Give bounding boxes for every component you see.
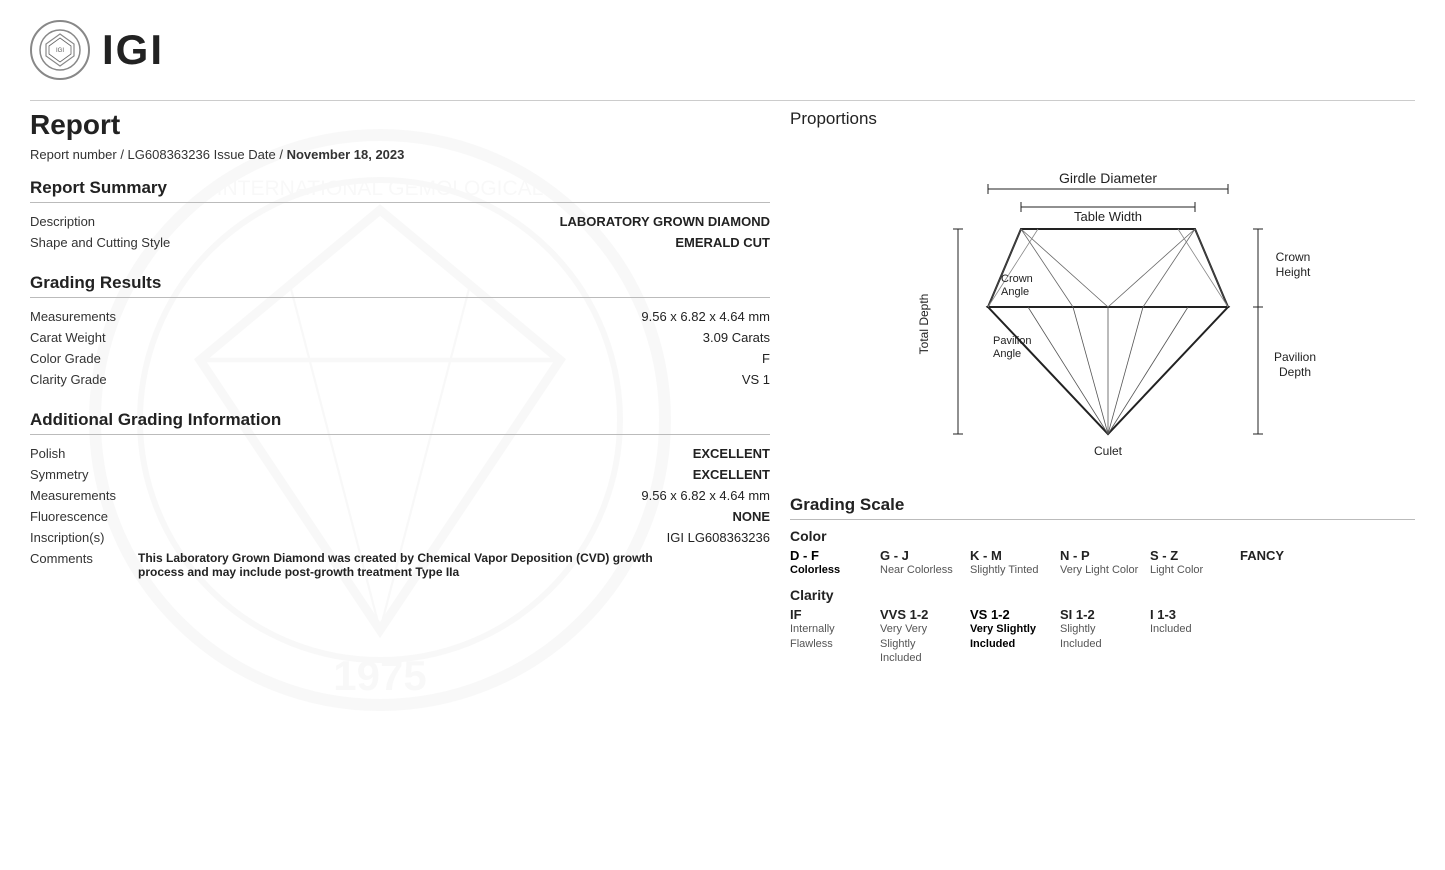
clarity-scale-desc: Very Slightly Included	[970, 622, 1036, 651]
diamond-diagram: Girdle Diameter Table Width Crown Height	[873, 139, 1333, 479]
polish-value: EXCELLENT	[693, 446, 770, 461]
shape-row: Shape and Cutting Style EMERALD CUT	[30, 232, 770, 253]
comments-label: Comments	[30, 551, 130, 566]
proportions-title: Proportions	[790, 109, 1415, 129]
report-summary-title: Report Summary	[30, 178, 770, 198]
symmetry-label: Symmetry	[30, 467, 190, 482]
clarity-scale-desc: Included	[1150, 622, 1192, 636]
fluorescence-row: Fluorescence NONE	[30, 506, 770, 527]
scale-desc: Colorless	[790, 563, 840, 577]
description-label: Description	[30, 214, 190, 229]
grading-results-title: Grading Results	[30, 273, 770, 293]
fluorescence-label: Fluorescence	[30, 509, 190, 524]
symmetry-row: Symmetry EXCELLENT	[30, 464, 770, 485]
svg-text:Total Depth: Total Depth	[917, 294, 931, 355]
svg-text:Crown: Crown	[1275, 250, 1310, 264]
report-title: Report	[30, 109, 770, 141]
svg-text:Height: Height	[1275, 265, 1310, 279]
clarity-scale-item: I 1-3Included	[1150, 607, 1240, 665]
color-scale-item: N - PVery Light Color	[1060, 548, 1150, 577]
scale-desc: Light Color	[1150, 563, 1203, 577]
color-scale-item: FANCY	[1240, 548, 1330, 577]
polish-row: Polish EXCELLENT	[30, 443, 770, 464]
svg-text:Table Width: Table Width	[1074, 209, 1142, 224]
svg-text:Girdle Diameter: Girdle Diameter	[1058, 170, 1156, 186]
shape-value: EMERALD CUT	[675, 235, 770, 250]
scale-desc: Near Colorless	[880, 563, 953, 577]
report-number-value: LG608363236	[128, 147, 210, 162]
svg-text:Pavilion: Pavilion	[993, 335, 1032, 347]
inscriptions-value: IGI LG608363236	[667, 530, 770, 545]
scale-grade: N - P	[1060, 548, 1090, 563]
carat-row: Carat Weight 3.09 Carats	[30, 327, 770, 348]
clarity-scale-grade: VS 1-2	[970, 607, 1010, 622]
additional-info-title: Additional Grading Information	[30, 410, 770, 430]
scale-grade: G - J	[880, 548, 909, 563]
svg-text:Angle: Angle	[993, 348, 1021, 360]
clarity-grade-value: VS 1	[742, 372, 770, 387]
add-measurements-row: Measurements 9.56 x 6.82 x 4.64 mm	[30, 485, 770, 506]
clarity-scale-item: VVS 1-2Very Very Slightly Included	[880, 607, 970, 665]
clarity-grade-row: Clarity Grade VS 1	[30, 369, 770, 390]
carat-label: Carat Weight	[30, 330, 190, 345]
comments-row: Comments This Laboratory Grown Diamond w…	[30, 548, 770, 582]
measurements-value: 9.56 x 6.82 x 4.64 mm	[641, 309, 770, 324]
clarity-scale-grade: I 1-3	[1150, 607, 1176, 622]
color-scale-item: S - ZLight Color	[1150, 548, 1240, 577]
clarity-scale-row: IFInternally FlawlessVVS 1-2Very Very Sl…	[790, 607, 1415, 665]
clarity-scale-item: VS 1-2Very Slightly Included	[970, 607, 1060, 665]
clarity-scale-grade: SI 1-2	[1060, 607, 1095, 622]
scale-grade: S - Z	[1150, 548, 1178, 563]
svg-text:Culet: Culet	[1093, 444, 1122, 458]
scale-grade: FANCY	[1240, 548, 1284, 563]
clarity-scale-desc: Very Very Slightly Included	[880, 622, 927, 665]
svg-text:Depth: Depth	[1278, 365, 1310, 379]
inscriptions-label: Inscription(s)	[30, 530, 190, 545]
color-scale-row: D - FColorlessG - JNear ColorlessK - MSl…	[790, 548, 1415, 577]
inscriptions-row: Inscription(s) IGI LG608363236	[30, 527, 770, 548]
add-measurements-value: 9.56 x 6.82 x 4.64 mm	[641, 488, 770, 503]
measurements-label: Measurements	[30, 309, 190, 324]
svg-text:Angle: Angle	[1001, 286, 1029, 298]
header: IGI IGI	[30, 20, 1415, 80]
description-row: Description LABORATORY GROWN DIAMOND	[30, 211, 770, 232]
polish-label: Polish	[30, 446, 190, 461]
clarity-scale-desc: Slightly Included	[1060, 622, 1102, 651]
color-scale-item: D - FColorless	[790, 548, 880, 577]
color-grade-row: Color Grade F	[30, 348, 770, 369]
description-value: LABORATORY GROWN DIAMOND	[560, 214, 770, 229]
scale-grade: K - M	[970, 548, 1002, 563]
scale-desc: Slightly Tinted	[970, 563, 1038, 577]
svg-text:IGI: IGI	[56, 48, 64, 54]
add-measurements-label: Measurements	[30, 488, 190, 503]
clarity-scale-grade: IF	[790, 607, 802, 622]
grading-scale-title: Grading Scale	[790, 495, 1415, 515]
svg-text:Pavilion: Pavilion	[1273, 350, 1315, 364]
clarity-scale-desc: Internally Flawless	[790, 622, 835, 651]
symmetry-value: EXCELLENT	[693, 467, 770, 482]
igi-logo-icon: IGI	[30, 20, 90, 80]
measurements-row: Measurements 9.56 x 6.82 x 4.64 mm	[30, 306, 770, 327]
issue-date-value: November 18, 2023	[287, 147, 405, 162]
clarity-scale-item: SI 1-2Slightly Included	[1060, 607, 1150, 665]
color-scale-item: G - JNear Colorless	[880, 548, 970, 577]
comments-value: This Laboratory Grown Diamond was create…	[138, 551, 698, 579]
shape-label: Shape and Cutting Style	[30, 235, 190, 250]
clarity-grade-label: Clarity Grade	[30, 372, 190, 387]
fluorescence-value: NONE	[732, 509, 770, 524]
color-grade-value: F	[762, 351, 770, 366]
report-meta: Report number / LG608363236 Issue Date /…	[30, 147, 770, 162]
scale-desc: Very Light Color	[1060, 563, 1138, 577]
color-scale-label: Color	[790, 528, 1415, 544]
clarity-scale-label: Clarity	[790, 587, 1415, 603]
igi-wordmark: IGI	[102, 26, 164, 74]
color-grade-label: Color Grade	[30, 351, 190, 366]
carat-value: 3.09 Carats	[703, 330, 770, 345]
clarity-scale-item: IFInternally Flawless	[790, 607, 880, 665]
color-scale-item: K - MSlightly Tinted	[970, 548, 1060, 577]
clarity-scale-grade: VVS 1-2	[880, 607, 928, 622]
scale-grade: D - F	[790, 548, 819, 563]
svg-text:Crown: Crown	[1001, 273, 1033, 285]
